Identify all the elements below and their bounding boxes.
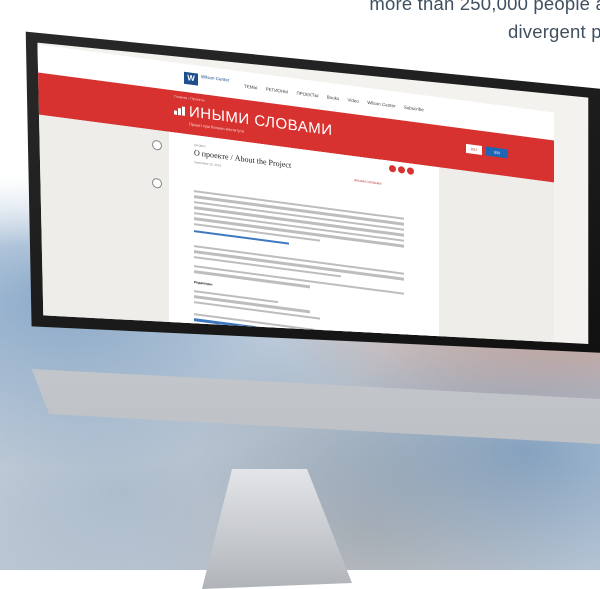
- banner-title: ИНЫМИ СЛОВАМИ: [189, 103, 333, 140]
- desktop-monitor: W Wilson Center ТЕМЫ РЕГИОНЫ ПРОЕКТЫ Boo…: [14, 14, 600, 589]
- language-en-button[interactable]: EN: [486, 146, 508, 159]
- nav-link[interactable]: Subscribe: [404, 105, 424, 113]
- language-ru-button[interactable]: RU: [466, 143, 482, 155]
- nav-link[interactable]: Books: [327, 95, 340, 102]
- nav-link[interactable]: ТЕМЫ: [244, 84, 257, 91]
- nav-link[interactable]: РЕГИОНЫ: [266, 87, 288, 95]
- email-icon[interactable]: [407, 167, 414, 176]
- sidebar-icons: [152, 139, 162, 217]
- facebook-icon[interactable]: [389, 164, 396, 173]
- twitter-icon[interactable]: [398, 165, 405, 174]
- nav-link[interactable]: Video: [347, 97, 358, 104]
- bar-chart-icon: [174, 105, 186, 116]
- nav-link[interactable]: Wilson Center: [367, 100, 395, 109]
- print-icon[interactable]: [152, 177, 162, 189]
- bookmark-icon[interactable]: [152, 139, 162, 151]
- logo-text: Wilson Center: [201, 73, 230, 83]
- wilson-logo-icon[interactable]: W: [184, 71, 198, 86]
- nav-link[interactable]: ПРОЕКТЫ: [296, 91, 318, 99]
- breadcrumb[interactable]: Главная › Проекты: [174, 94, 204, 102]
- monitor-stand: [202, 469, 352, 589]
